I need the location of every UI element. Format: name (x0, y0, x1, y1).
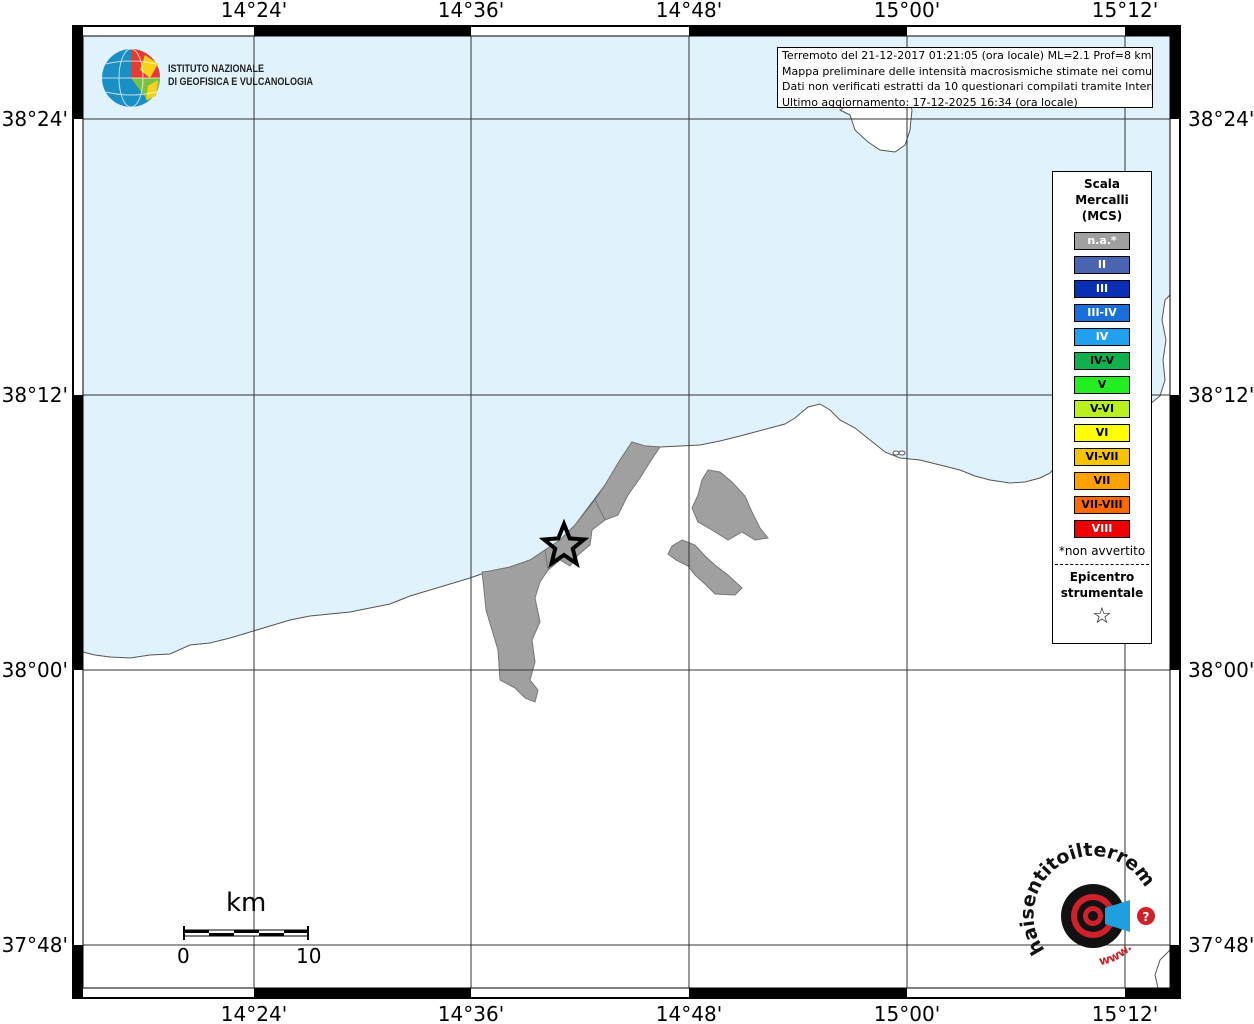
lat-label: 37°48' (1188, 933, 1254, 957)
lat-label: 38°24' (1188, 107, 1254, 131)
lon-labels-top: 14°24' 14°36' 14°48' 15°00' 15°12' (221, 0, 1158, 22)
lon-label: 15°12' (1092, 1002, 1158, 1024)
legend-item: VII (1074, 472, 1130, 490)
info-line: Terremoto del 21-12-2017 01:21:05 (ora l… (782, 49, 1152, 62)
islet (898, 450, 906, 456)
lon-label: 14°48' (656, 0, 722, 22)
lon-labels-bottom: 14°24' 14°36' 14°48' 15°00' 15°12' (221, 1002, 1158, 1024)
ingv-line1: ISTITUTO NAZIONALE (168, 63, 265, 75)
legend-item: VIII (1074, 520, 1130, 538)
lat-label: 38°00' (2, 658, 68, 682)
ingv-globe-icon (102, 48, 160, 108)
lon-label: 15°12' (1092, 0, 1158, 22)
legend-title-line: (MCS) (1081, 209, 1123, 223)
info-line: Dati non verificati estratti da 10 quest… (782, 80, 1153, 93)
legend-item: n.a.* (1074, 232, 1130, 250)
event-info-box: Terremoto del 21-12-2017 01:21:05 (ora l… (777, 47, 1153, 108)
legend-note: *non avvertito (1058, 544, 1146, 558)
lon-label: 15°00' (874, 0, 940, 22)
scale-unit: km (226, 888, 267, 918)
info-line: Mappa preliminare delle intensità macros… (782, 64, 1153, 78)
lon-label: 14°36' (438, 0, 504, 22)
lat-labels-right: 38°24' 38°12' 38°00' 37°48' (1188, 107, 1254, 957)
svg-text:?: ? (1143, 910, 1150, 924)
info-line: Ultimo aggiornamento: 17-12-2025 16:34 (… (782, 95, 1078, 108)
legend-epi-line: strumentale (1060, 586, 1144, 600)
legend-epi-line: Epicentro (1069, 570, 1135, 584)
ingv-name: ISTITUTO NAZIONALE DI GEOFISICA E VULCAN… (168, 63, 313, 89)
scale-start: 0 (177, 944, 190, 968)
lat-label: 38°00' (1188, 658, 1254, 682)
legend-item: V (1074, 376, 1130, 394)
legend-title-line: Mercalli (1075, 193, 1129, 207)
lat-label: 38°12' (1188, 383, 1254, 407)
legend-item: IV (1074, 328, 1130, 346)
ingv-line2: DI GEOFISICA E VULCANOLOGIA (168, 76, 313, 88)
scale-end: 10 (296, 944, 322, 968)
legend-items: n.a.* II III III-IV IV IV-V V V-VI VI VI-VII VII VI… (1053, 232, 1151, 538)
lon-label: 14°24' (221, 0, 287, 22)
lon-label: 14°48' (656, 1002, 722, 1024)
legend-item: VI-VII (1074, 448, 1130, 466)
legend-item: VII-VIII (1074, 496, 1130, 514)
mcs-legend: Scala Mercalli (MCS) n.a.* II III III-IV IV I… (1052, 171, 1152, 644)
lon-label: 14°36' (438, 1002, 504, 1024)
legend-item: III (1074, 280, 1130, 298)
lon-label: 14°24' (221, 1002, 287, 1024)
lat-label: 37°48' (2, 933, 68, 957)
star-icon: ☆ (1092, 604, 1112, 629)
legend-separator (1055, 564, 1149, 565)
legend-item: II (1074, 256, 1130, 274)
legend-epicenter-label: Epicentro strumentale (1053, 569, 1151, 601)
legend-title: Scala Mercalli (MCS) (1053, 176, 1151, 224)
lon-label: 15°00' (874, 1002, 940, 1024)
legend-title-line: Scala (1083, 177, 1121, 191)
legend-item: III-IV (1074, 304, 1130, 322)
legend-item: V-VI (1074, 400, 1130, 418)
lat-label: 38°24' (2, 107, 68, 131)
islet (892, 450, 900, 456)
lat-labels-left: 38°24' 38°12' 38°00' 37°48' (2, 107, 68, 957)
legend-item: VI (1074, 424, 1130, 442)
lat-label: 38°12' (2, 383, 68, 407)
legend-item: IV-V (1074, 352, 1130, 370)
